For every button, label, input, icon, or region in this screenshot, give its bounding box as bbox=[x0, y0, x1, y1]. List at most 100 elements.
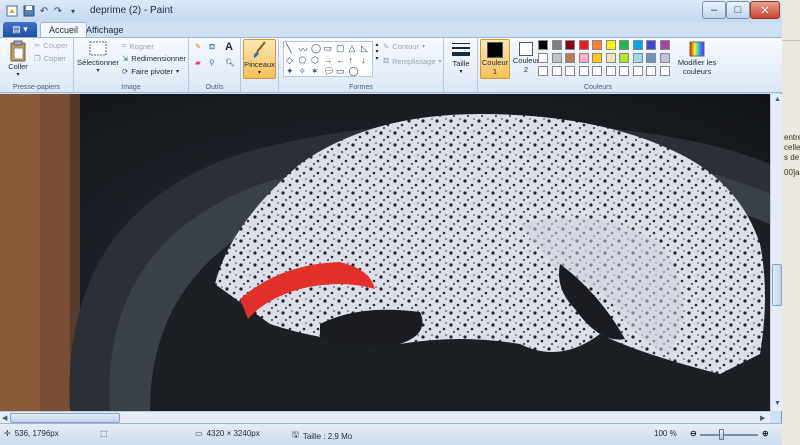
scroll-left-arrow[interactable]: ◀ bbox=[2, 414, 7, 422]
zoom-level: 100 % bbox=[654, 429, 677, 438]
edit-colors-button[interactable]: Modifier les couleurs bbox=[676, 40, 718, 76]
zoom-slider-thumb[interactable] bbox=[719, 429, 724, 440]
palette-color-swatch[interactable] bbox=[551, 66, 562, 76]
cut-button[interactable]: ✂ Couper bbox=[34, 41, 68, 50]
shape-option[interactable]: ◇ bbox=[286, 55, 293, 66]
text-tool[interactable]: A bbox=[225, 41, 233, 53]
palette-color-swatch[interactable] bbox=[646, 40, 656, 50]
palette-color-swatch[interactable] bbox=[659, 40, 670, 50]
palette-color-swatch[interactable] bbox=[578, 53, 589, 63]
shape-option[interactable]: 💬︎ bbox=[324, 66, 335, 77]
resize-button[interactable]: ⇲ Redimensionner bbox=[122, 54, 186, 63]
selection-rectangle-icon bbox=[88, 40, 108, 58]
palette-color-swatch[interactable] bbox=[632, 40, 643, 50]
palette-color-swatch[interactable] bbox=[619, 40, 629, 50]
resize-icon: ⇲ bbox=[122, 54, 129, 63]
copy-button[interactable]: ❐ Copier bbox=[34, 54, 66, 63]
zoom-in-button[interactable]: ⊕ bbox=[762, 429, 769, 438]
shapes-gallery[interactable]: ╲ 〰 ◯ ▭ ▢ △ ◺ ◇ ⬠ ⬡ → ← ↑ ↓ ✦ ✧ ✶ 💬︎ ▭ ◯ bbox=[283, 41, 373, 77]
shape-option[interactable]: ╲ bbox=[286, 43, 291, 54]
palette-color-swatch[interactable] bbox=[578, 66, 589, 76]
scroll-right-arrow[interactable]: ▶ bbox=[760, 414, 765, 422]
palette-color-swatch[interactable] bbox=[646, 53, 656, 63]
scroll-up-arrow[interactable]: ▲ bbox=[774, 96, 781, 103]
shape-option[interactable]: ✧ bbox=[299, 66, 307, 77]
vertical-scroll-thumb[interactable] bbox=[772, 264, 782, 306]
undo-icon[interactable]: ↶ bbox=[37, 4, 51, 18]
palette-color-swatch[interactable] bbox=[659, 53, 670, 63]
shape-option[interactable]: ↑ bbox=[349, 55, 354, 65]
brushes-button[interactable]: Pinceaux ▾ bbox=[243, 39, 276, 79]
paste-button[interactable]: Coller ▾ bbox=[4, 40, 32, 80]
palette-color-swatch[interactable] bbox=[592, 40, 602, 50]
image-dimensions: ▭ 4320 × 3240px bbox=[195, 429, 260, 438]
palette-color-swatch[interactable] bbox=[632, 66, 643, 76]
paint-app-icon[interactable] bbox=[5, 4, 19, 18]
color-picker-tool[interactable]: ⚲ bbox=[209, 58, 215, 67]
shape-option[interactable]: △ bbox=[349, 43, 356, 54]
palette-color-swatch[interactable] bbox=[565, 53, 575, 63]
shape-option[interactable]: ✦ bbox=[286, 66, 294, 77]
colors-group-label: Couleurs bbox=[583, 84, 612, 91]
pencil-tool[interactable]: ✎ bbox=[195, 42, 201, 51]
size-button[interactable]: Taille ▾ bbox=[447, 41, 475, 77]
palette-color-swatch[interactable] bbox=[619, 66, 629, 76]
scroll-down-arrow[interactable]: ▼ bbox=[774, 400, 781, 407]
shape-option[interactable]: ▭ bbox=[324, 43, 333, 54]
palette-color-swatch[interactable] bbox=[551, 53, 562, 63]
palette-color-swatch[interactable] bbox=[565, 40, 575, 50]
color1-button[interactable]: Couleur 1 bbox=[480, 39, 510, 79]
shape-option[interactable]: ▭ bbox=[336, 66, 345, 77]
palette-color-swatch[interactable] bbox=[619, 53, 629, 63]
fill-button[interactable]: ⛾ Remplissage ▾ bbox=[383, 56, 442, 66]
horizontal-scroll-thumb[interactable] bbox=[10, 413, 120, 423]
shapes-scroll-buttons[interactable]: ▴ ▾ ▾ bbox=[373, 41, 381, 77]
shape-option[interactable]: ◯ bbox=[311, 43, 321, 54]
shape-option[interactable]: ▢ bbox=[336, 43, 345, 54]
fill-tool[interactable]: ⛾ bbox=[209, 42, 215, 52]
paint-menu-button[interactable]: ▤ ▾ bbox=[3, 22, 37, 37]
palette-color-swatch[interactable] bbox=[605, 40, 616, 50]
shape-option[interactable]: ← bbox=[336, 55, 345, 65]
palette-color-swatch[interactable] bbox=[646, 66, 656, 76]
palette-color-swatch[interactable] bbox=[605, 53, 616, 63]
palette-color-swatch[interactable] bbox=[538, 40, 548, 50]
palette-color-swatch[interactable] bbox=[578, 40, 589, 50]
zoom-out-button[interactable]: ⊖ bbox=[690, 429, 697, 438]
redo-icon[interactable]: ↷ bbox=[51, 4, 65, 18]
palette-color-swatch[interactable] bbox=[538, 53, 548, 63]
shape-option[interactable]: ◯ bbox=[349, 66, 359, 77]
horizontal-scrollbar[interactable]: ◀ ▶ bbox=[0, 411, 770, 423]
zoom-slider-track[interactable] bbox=[700, 434, 758, 436]
outline-button[interactable]: ✎ Contour ▾ bbox=[383, 42, 425, 51]
rotate-button[interactable]: ⟳ Faire pivoter ▾ bbox=[122, 67, 179, 76]
maximize-button[interactable]: □ bbox=[726, 1, 750, 19]
palette-color-swatch[interactable] bbox=[605, 66, 616, 76]
shape-option[interactable]: ⬠ bbox=[299, 55, 307, 66]
shape-option[interactable]: ✶ bbox=[311, 66, 319, 77]
magnifier-tool[interactable]: 🔍︎ bbox=[225, 58, 235, 67]
quick-access-dropdown-icon[interactable]: ▾ bbox=[66, 4, 80, 18]
color2-button[interactable]: Couleur 2 bbox=[512, 39, 540, 74]
tab-affichage[interactable]: Affichage bbox=[78, 22, 131, 37]
shape-option[interactable]: ◺ bbox=[361, 43, 368, 54]
crop-button[interactable]: ⌗ Rogner bbox=[122, 41, 154, 51]
palette-color-swatch[interactable] bbox=[659, 66, 670, 76]
palette-color-swatch[interactable] bbox=[565, 66, 575, 76]
eraser-tool[interactable]: ▰ bbox=[195, 58, 201, 67]
shape-option[interactable]: ↓ bbox=[361, 55, 366, 65]
close-button[interactable]: ✕ bbox=[750, 1, 780, 19]
palette-color-swatch[interactable] bbox=[592, 53, 602, 63]
shape-option[interactable]: ⬡ bbox=[311, 55, 319, 66]
palette-color-swatch[interactable] bbox=[632, 53, 643, 63]
palette-color-swatch[interactable] bbox=[551, 40, 562, 50]
save-icon[interactable] bbox=[22, 4, 36, 18]
palette-color-swatch[interactable] bbox=[538, 66, 548, 76]
palette-color-swatch[interactable] bbox=[592, 66, 602, 76]
cursor-position: ✛ 536, 1796px bbox=[4, 429, 59, 438]
select-button[interactable]: Sélectionner ▾ bbox=[77, 40, 119, 76]
image-canvas[interactable] bbox=[0, 94, 770, 411]
vertical-scrollbar[interactable]: ▲ ▼ bbox=[770, 94, 782, 411]
shape-option[interactable]: → bbox=[324, 55, 333, 65]
minimize-button[interactable]: – bbox=[702, 1, 726, 19]
